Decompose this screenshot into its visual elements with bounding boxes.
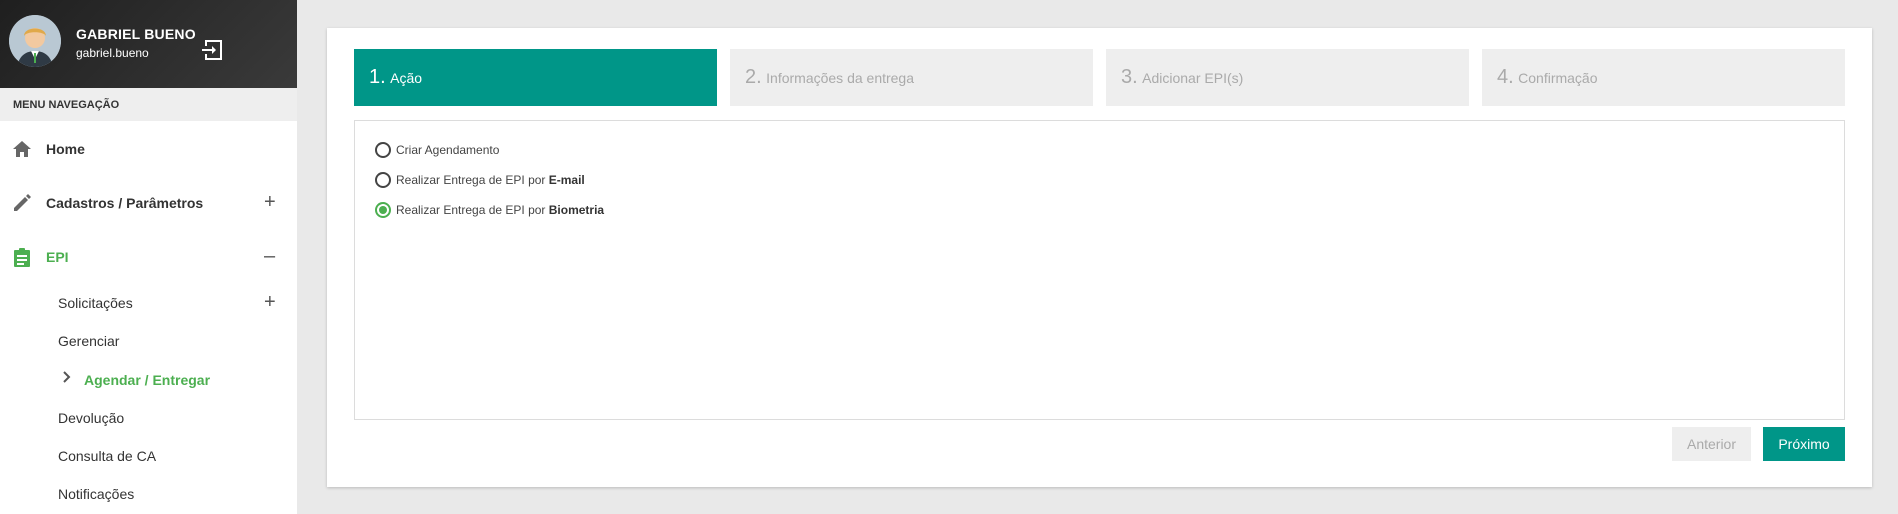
nav-item-cadastros[interactable]: Cadastros / Parâmetros + bbox=[0, 182, 297, 222]
sidebar-item-gerenciar[interactable]: Gerenciar bbox=[58, 333, 119, 349]
expand-icon[interactable]: + bbox=[264, 291, 276, 314]
radio-button-checked[interactable] bbox=[375, 202, 391, 218]
step-number: 4. bbox=[1497, 66, 1514, 88]
chevron-right-icon bbox=[62, 370, 72, 383]
wizard-step-adicionar-epi[interactable]: 3. Adicionar EPI(s) bbox=[1106, 49, 1469, 106]
nav-item-epi[interactable]: EPI – bbox=[0, 236, 297, 276]
sidebar-item-consulta-ca[interactable]: Consulta de CA bbox=[58, 448, 156, 464]
step-number: 2. bbox=[745, 66, 762, 88]
wizard-step-acao[interactable]: 1. Ação bbox=[354, 49, 717, 106]
next-button[interactable]: Próximo bbox=[1763, 427, 1845, 461]
wizard-card: 1. Ação 2. Informações da entrega 3. Adi… bbox=[327, 28, 1872, 487]
sidebar-item-devolucao[interactable]: Devolução bbox=[58, 410, 124, 426]
previous-button[interactable]: Anterior bbox=[1672, 427, 1751, 461]
nav-item-label: EPI bbox=[46, 249, 69, 265]
step-number: 1. bbox=[369, 66, 386, 88]
menu-header: MENU NAVEGAÇÃO bbox=[0, 88, 297, 121]
step-label: Informações da entrega bbox=[766, 70, 915, 86]
step-number: 3. bbox=[1121, 66, 1138, 88]
pencil-icon bbox=[11, 192, 33, 214]
sidebar-item-agendar-entregar[interactable]: Agendar / Entregar bbox=[84, 372, 210, 388]
action-options-panel: Criar Agendamento Realizar Entrega de EP… bbox=[354, 120, 1845, 420]
logout-icon[interactable] bbox=[200, 37, 226, 63]
sidebar-item-notificacoes[interactable]: Notificações bbox=[58, 486, 134, 502]
option-label: Realizar Entrega de EPI por E-mail bbox=[396, 173, 585, 187]
nav-item-home[interactable]: Home bbox=[0, 128, 297, 168]
expand-icon[interactable]: + bbox=[264, 191, 276, 214]
clipboard-icon bbox=[11, 246, 33, 268]
step-label: Ação bbox=[390, 70, 423, 86]
user-login: gabriel.bueno bbox=[76, 46, 149, 60]
step-label: Confirmação bbox=[1518, 70, 1598, 86]
nav-item-label: Cadastros / Parâmetros bbox=[46, 195, 204, 211]
radio-button[interactable] bbox=[375, 142, 391, 158]
radio-button[interactable] bbox=[375, 172, 391, 188]
option-label: Realizar Entrega de EPI por Biometria bbox=[396, 203, 605, 217]
wizard-step-informacoes[interactable]: 2. Informações da entrega bbox=[730, 49, 1093, 106]
home-icon bbox=[11, 138, 33, 160]
option-label: Criar Agendamento bbox=[396, 143, 500, 157]
sidebar-item-solicitacoes[interactable]: Solicitações bbox=[58, 295, 133, 311]
step-label: Adicionar EPI(s) bbox=[1142, 70, 1244, 86]
sidebar: GABRIEL BUENO gabriel.bueno MENU NAVEGAÇ… bbox=[0, 0, 297, 514]
collapse-icon[interactable]: – bbox=[264, 245, 275, 268]
wizard-step-confirmacao[interactable]: 4. Confirmação bbox=[1482, 49, 1845, 106]
nav-item-label: Home bbox=[46, 141, 85, 157]
user-panel: GABRIEL BUENO gabriel.bueno bbox=[0, 0, 297, 88]
user-name: GABRIEL BUENO bbox=[76, 26, 196, 42]
avatar bbox=[9, 15, 61, 67]
